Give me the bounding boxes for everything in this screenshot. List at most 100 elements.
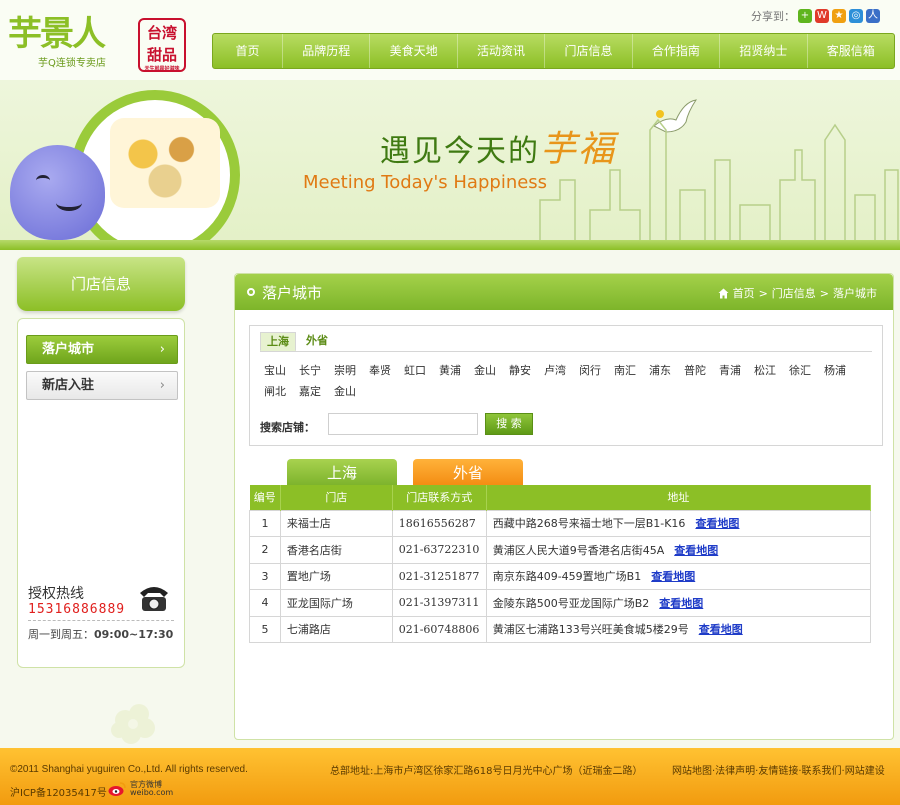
breadcrumb-sep: > (758, 286, 768, 300)
address-text: 西藏中路268号来福士地下一层B1-K16 (492, 517, 686, 531)
district-link[interactable]: 静安 (509, 362, 532, 378)
weibo-link[interactable]: 官方微博 weibo.com (108, 781, 173, 797)
share-plus-icon[interactable]: + (798, 9, 812, 23)
cell-store: 七浦路店 (279, 615, 393, 643)
breadcrumb-sep: > (819, 286, 829, 300)
cell-phone: 021-63722310 (391, 536, 487, 564)
table-row: 1 来福士店 18616556287 西藏中路268号来福士地下一层B1-K16… (249, 509, 872, 537)
cell-store: 香港名店街 (279, 536, 393, 564)
district-link[interactable]: 南汇 (614, 362, 637, 378)
footer-icp[interactable]: 沪ICP备12035417号 (10, 784, 107, 799)
district-link[interactable]: 闸北 (264, 383, 287, 399)
sidebar-panel: 落户城市 › 新店入驻 › 授权热线 15316886889 周一到周五：09:… (17, 318, 185, 668)
cell-store: 来福士店 (279, 509, 393, 537)
share-qzone-icon[interactable]: ★ (832, 9, 846, 23)
main-nav: 首页 品牌历程 美食天地 活动资讯 门店信息 合作指南 招贤纳士 客服信箱 (212, 33, 895, 69)
district-link[interactable]: 普陀 (684, 362, 707, 378)
cell-phone: 18616556287 (391, 509, 487, 537)
nav-careers[interactable]: 招贤纳士 (720, 34, 808, 68)
store-search-input[interactable] (328, 413, 478, 435)
share-weibo-icon[interactable]: W (815, 9, 829, 23)
cell-address: 黄浦区人民大道9号香港名店街45A 查看地图 (485, 536, 872, 564)
view-map-link[interactable]: 查看地图 (699, 623, 743, 636)
district-link[interactable]: 金山 (334, 383, 357, 399)
view-map-link[interactable]: 查看地图 (659, 597, 703, 610)
breadcrumb-current: 落户城市 (833, 287, 877, 300)
address-text: 黄浦区人民大道9号香港名店街45A (492, 543, 665, 557)
district-filter-panel: 上海 外省 宝山 长宁 崇明 奉贤 虹口 黄浦 金山 静安 卢湾 闵行 南汇 浦… (249, 325, 883, 446)
footer-address: 总部地址:上海市卢湾区徐家汇路618号日月光中心广场（近瑞金二路） (330, 766, 643, 777)
weibo-line2: weibo.com (130, 788, 174, 797)
store-table: 编号 门店 门店联系方式 地址 1 来福士店 18616556287 西藏中路2… (249, 485, 872, 643)
filter-tab-other-provinces[interactable]: 外省 (300, 332, 334, 351)
brand-logo[interactable]: 芋景人 芋Q连锁专卖店 (8, 14, 130, 74)
district-link[interactable]: 宝山 (264, 362, 287, 378)
section-title: 落户城市 (262, 284, 323, 302)
view-map-link[interactable]: 查看地图 (695, 517, 739, 530)
city-skyline-icon (539, 118, 899, 250)
footer-copyright: ©2011 Shanghai yuguiren Co.,Ltd. All rig… (10, 764, 248, 775)
tab-other-provinces[interactable]: 外省 (413, 459, 523, 487)
district-link[interactable]: 青浦 (719, 362, 742, 378)
district-link[interactable]: 金山 (474, 362, 497, 378)
table-row: 4 亚龙国际广场 021-31397311 金陵东路500号亚龙国际广场B2 查看… (249, 589, 872, 617)
nav-cooperation[interactable]: 合作指南 (633, 34, 721, 68)
breadcrumb-store-info[interactable]: 门店信息 (772, 285, 816, 301)
nav-brand-history[interactable]: 品牌历程 (283, 34, 371, 68)
district-link[interactable]: 杨浦 (824, 362, 847, 378)
weibo-icon (108, 782, 126, 796)
district-link[interactable]: 闵行 (579, 362, 602, 378)
cell-store: 亚龙国际广场 (279, 589, 393, 617)
footer-links[interactable]: 网站地图·法律声明·友情链接·联系我们·网站建设 (672, 762, 885, 777)
district-link[interactable]: 奉贤 (369, 362, 392, 378)
hours-value: 09:00~17:30 (94, 628, 174, 641)
col-header-no: 编号 (249, 485, 281, 510)
cell-address: 西藏中路268号来福士地下一层B1-K16 查看地图 (485, 509, 872, 537)
logo-brand-text: 芋景人 (8, 14, 106, 54)
taiwan-dessert-seal: 台湾 甜品 天生就是好滋味 (138, 18, 186, 72)
sidebar-item-label: 落户城市 (42, 342, 95, 357)
nav-news[interactable]: 活动资讯 (458, 34, 546, 68)
cell-address: 黄浦区七浦路133号兴旺美食城5楼29号 查看地图 (485, 615, 872, 643)
logo-sub-text: 芋Q连锁专卖店 (38, 58, 106, 69)
nav-store-info[interactable]: 门店信息 (545, 34, 633, 68)
address-text: 南京东路409-459置地广场B1 (492, 570, 642, 584)
district-link[interactable]: 黄浦 (439, 362, 462, 378)
table-row: 5 七浦路店 021-60748806 黄浦区七浦路133号兴旺美食城5楼29号… (249, 615, 872, 643)
address-text: 黄浦区七浦路133号兴旺美食城5楼29号 (492, 623, 689, 637)
flower-decoration-icon (111, 704, 155, 744)
nav-home[interactable]: 首页 (213, 34, 283, 68)
nav-food[interactable]: 美食天地 (370, 34, 458, 68)
share-douban-icon[interactable]: ◎ (849, 9, 863, 23)
cell-address: 南京东路409-459置地广场B1 查看地图 (485, 562, 872, 590)
dessert-platter-image (110, 118, 220, 208)
district-link[interactable]: 长宁 (299, 362, 322, 378)
district-link[interactable]: 浦东 (649, 362, 672, 378)
sidebar-item-new-stores[interactable]: 新店入驻 › (26, 371, 178, 400)
filter-tab-shanghai[interactable]: 上海 (260, 332, 296, 351)
district-link[interactable]: 徐汇 (789, 362, 812, 378)
banner-slogan-en: Meeting Today's Happiness (303, 172, 548, 193)
district-link[interactable]: 卢湾 (544, 362, 567, 378)
filter-tabs: 上海 外省 (260, 332, 872, 352)
hotline-divider (28, 620, 174, 621)
search-button[interactable]: 搜 索 (485, 413, 533, 435)
sidebar-item-cities[interactable]: 落户城市 › (26, 335, 178, 364)
hotline-number: 15316886889 (28, 602, 126, 617)
chevron-right-icon: › (159, 378, 165, 393)
view-map-link[interactable]: 查看地图 (674, 544, 718, 557)
tab-shanghai[interactable]: 上海 (287, 459, 397, 487)
district-list: 宝山 长宁 崇明 奉贤 虹口 黄浦 金山 静安 卢湾 闵行 南汇 浦东 普陀 青… (264, 362, 876, 399)
district-link[interactable]: 虹口 (404, 362, 427, 378)
share-renren-icon[interactable]: 人 (866, 9, 880, 23)
district-link[interactable]: 嘉定 (299, 383, 322, 399)
footer: ©2011 Shanghai yuguiren Co.,Ltd. All rig… (0, 748, 900, 805)
col-header-address: 地址 (486, 485, 872, 510)
bullet-circle-icon (247, 288, 255, 296)
breadcrumb-home[interactable]: 首页 (733, 285, 755, 301)
district-link[interactable]: 松江 (754, 362, 777, 378)
hero-banner: 遇见今天的芋福 Meeting Today's Happiness (0, 80, 900, 250)
view-map-link[interactable]: 查看地图 (651, 570, 695, 583)
district-link[interactable]: 崇明 (334, 362, 357, 378)
nav-service-mail[interactable]: 客服信箱 (808, 34, 894, 68)
